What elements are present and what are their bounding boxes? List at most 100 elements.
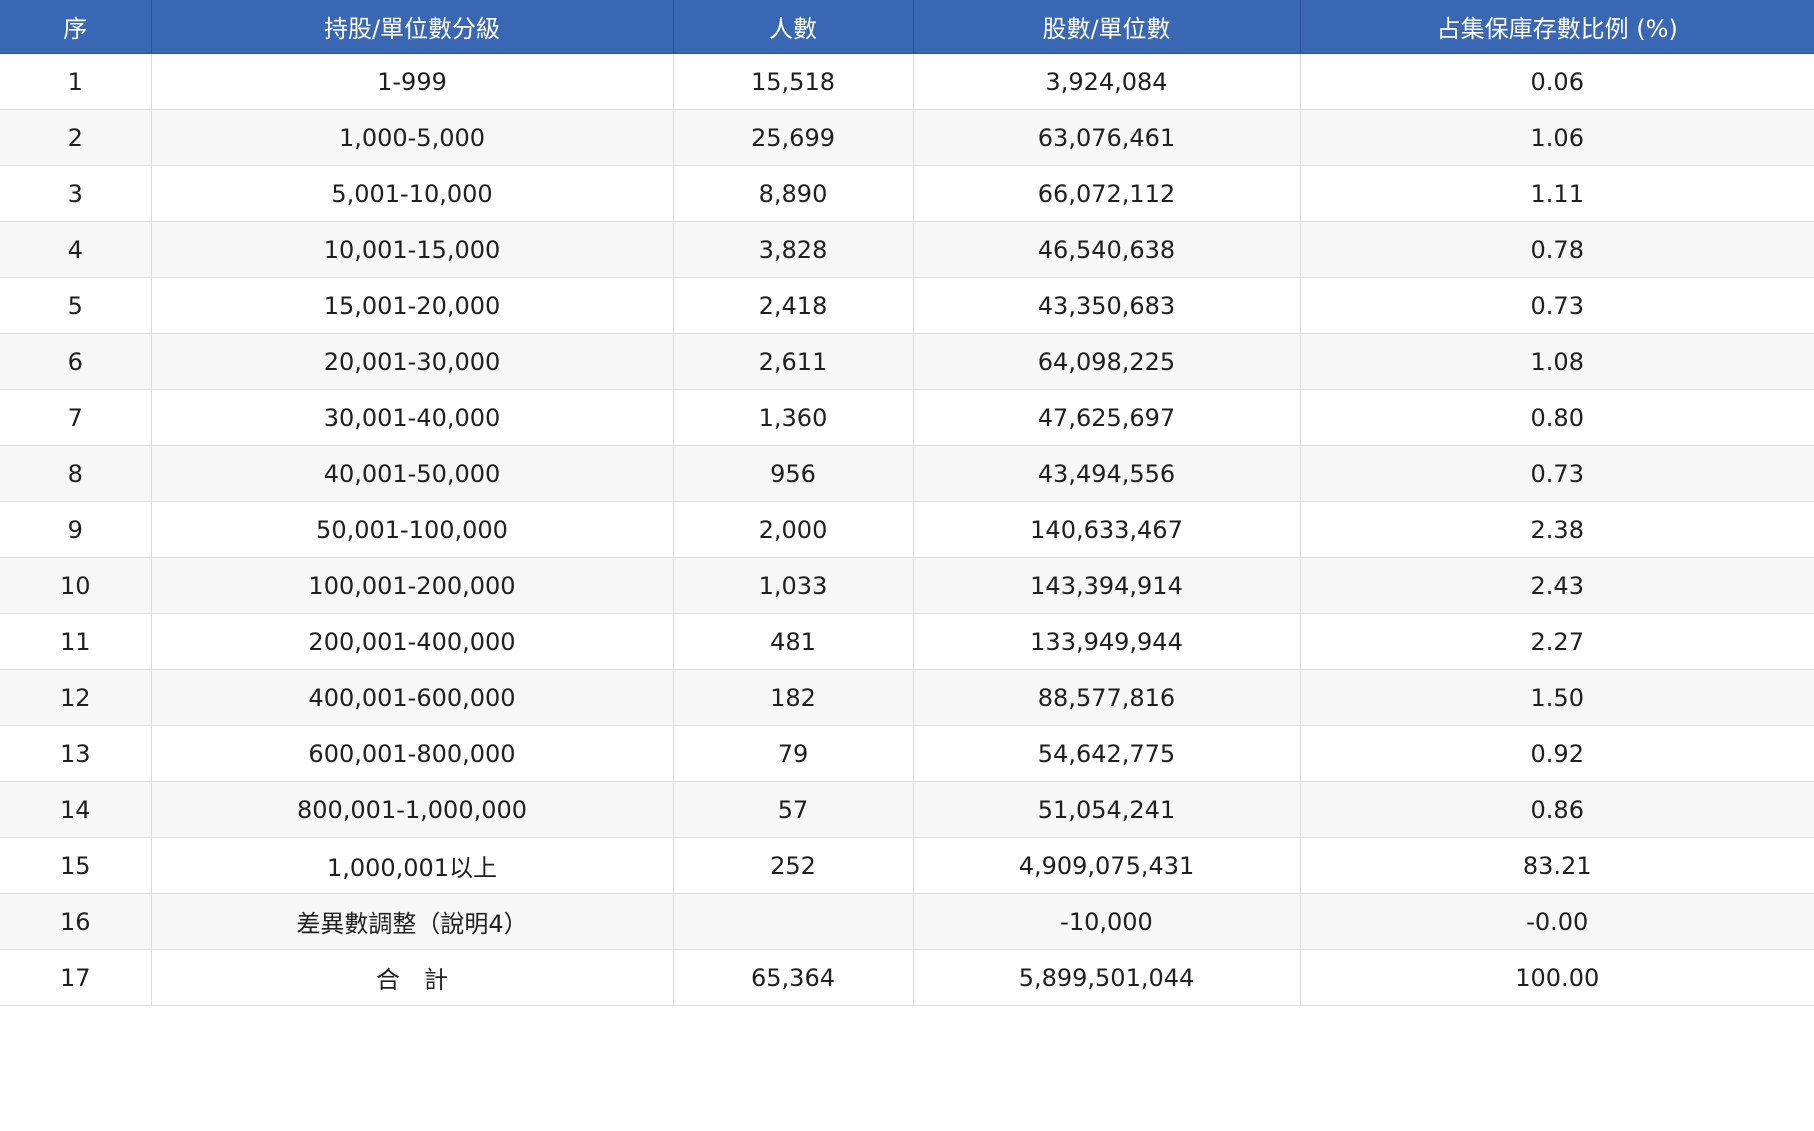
- cell-holders: 65,364: [673, 949, 914, 1006]
- cell-shares: 3,924,084: [913, 53, 1301, 110]
- table-row: 14 800,001-1,000,000 57 51,054,241 0.86: [0, 781, 1814, 838]
- table-body: 1 1-999 15,518 3,924,084 0.06 2 1,000-5,000 25,…: [0, 53, 1814, 1006]
- cell-percentage: -0.00: [1300, 893, 1814, 950]
- cell-holders: 57: [673, 781, 914, 838]
- cell-shares: 46,540,638: [913, 221, 1301, 278]
- cell-percentage: 2.27: [1300, 613, 1814, 670]
- cell-percentage: 1.11: [1300, 165, 1814, 222]
- cell-holding-tier: 15,001-20,000: [151, 277, 674, 334]
- cell-holding-tier: 600,001-800,000: [151, 725, 674, 782]
- cell-seq: 10: [0, 557, 152, 614]
- cell-holding-tier: 400,001-600,000: [151, 669, 674, 726]
- cell-holding-tier: 50,001-100,000: [151, 501, 674, 558]
- shareholding-distribution-table: 序 持股/單位數分級 人數 股數/單位數 占集保庫存數比例 (%) 1 1-999…: [0, 0, 1814, 1006]
- header-holding-tier: 持股/單位數分級: [151, 0, 674, 54]
- cell-holding-tier: 合 計: [151, 949, 674, 1006]
- cell-seq: 13: [0, 725, 152, 782]
- cell-seq: 8: [0, 445, 152, 502]
- cell-seq: 3: [0, 165, 152, 222]
- cell-percentage: 0.80: [1300, 389, 1814, 446]
- table-row: 2 1,000-5,000 25,699 63,076,461 1.06: [0, 109, 1814, 166]
- cell-holding-tier: 40,001-50,000: [151, 445, 674, 502]
- cell-shares: 4,909,075,431: [913, 837, 1301, 894]
- table-row: 10 100,001-200,000 1,033 143,394,914 2.43: [0, 557, 1814, 614]
- cell-holding-tier: 5,001-10,000: [151, 165, 674, 222]
- cell-holders: 79: [673, 725, 914, 782]
- cell-seq: 4: [0, 221, 152, 278]
- cell-holders: 1,360: [673, 389, 914, 446]
- cell-percentage: 0.78: [1300, 221, 1814, 278]
- table-row: 5 15,001-20,000 2,418 43,350,683 0.73: [0, 277, 1814, 334]
- cell-seq: 5: [0, 277, 152, 334]
- cell-holders: 956: [673, 445, 914, 502]
- table-row: 17 合 計 65,364 5,899,501,044 100.00: [0, 949, 1814, 1006]
- cell-percentage: 1.06: [1300, 109, 1814, 166]
- cell-seq: 6: [0, 333, 152, 390]
- cell-shares: 47,625,697: [913, 389, 1301, 446]
- table-row: 15 1,000,001以上 252 4,909,075,431 83.21: [0, 837, 1814, 894]
- cell-percentage: 1.50: [1300, 669, 1814, 726]
- cell-percentage: 0.73: [1300, 445, 1814, 502]
- cell-holding-tier: 100,001-200,000: [151, 557, 674, 614]
- cell-holding-tier: 1-999: [151, 53, 674, 110]
- cell-holders: 25,699: [673, 109, 914, 166]
- cell-shares: 63,076,461: [913, 109, 1301, 166]
- cell-holders: 2,000: [673, 501, 914, 558]
- cell-holders: 8,890: [673, 165, 914, 222]
- cell-seq: 11: [0, 613, 152, 670]
- cell-shares: 51,054,241: [913, 781, 1301, 838]
- cell-holders: 481: [673, 613, 914, 670]
- cell-holding-tier: 20,001-30,000: [151, 333, 674, 390]
- cell-shares: 43,494,556: [913, 445, 1301, 502]
- cell-percentage: 100.00: [1300, 949, 1814, 1006]
- cell-percentage: 0.86: [1300, 781, 1814, 838]
- cell-holding-tier: 10,001-15,000: [151, 221, 674, 278]
- table-row: 7 30,001-40,000 1,360 47,625,697 0.80: [0, 389, 1814, 446]
- cell-shares: 88,577,816: [913, 669, 1301, 726]
- table-row: 6 20,001-30,000 2,611 64,098,225 1.08: [0, 333, 1814, 390]
- table-row: 11 200,001-400,000 481 133,949,944 2.27: [0, 613, 1814, 670]
- cell-holding-tier: 差異數調整（說明4）: [151, 893, 674, 950]
- cell-percentage: 1.08: [1300, 333, 1814, 390]
- table-row: 13 600,001-800,000 79 54,642,775 0.92: [0, 725, 1814, 782]
- table-row: 9 50,001-100,000 2,000 140,633,467 2.38: [0, 501, 1814, 558]
- header-seq: 序: [0, 0, 152, 54]
- cell-shares: 54,642,775: [913, 725, 1301, 782]
- cell-seq: 2: [0, 109, 152, 166]
- table-row: 16 差異數調整（說明4） -10,000 -0.00: [0, 893, 1814, 950]
- cell-holders: 15,518: [673, 53, 914, 110]
- cell-seq: 14: [0, 781, 152, 838]
- cell-shares: 43,350,683: [913, 277, 1301, 334]
- cell-holding-tier: 1,000,001以上: [151, 837, 674, 894]
- cell-shares: 5,899,501,044: [913, 949, 1301, 1006]
- table-row: 12 400,001-600,000 182 88,577,816 1.50: [0, 669, 1814, 726]
- table-row: 8 40,001-50,000 956 43,494,556 0.73: [0, 445, 1814, 502]
- cell-holders: [673, 893, 914, 950]
- cell-shares: 140,633,467: [913, 501, 1301, 558]
- cell-seq: 7: [0, 389, 152, 446]
- cell-holders: 252: [673, 837, 914, 894]
- cell-percentage: 83.21: [1300, 837, 1814, 894]
- cell-seq: 1: [0, 53, 152, 110]
- cell-holders: 2,418: [673, 277, 914, 334]
- table-row: 4 10,001-15,000 3,828 46,540,638 0.78: [0, 221, 1814, 278]
- cell-holding-tier: 30,001-40,000: [151, 389, 674, 446]
- cell-shares: 143,394,914: [913, 557, 1301, 614]
- table-row: 1 1-999 15,518 3,924,084 0.06: [0, 53, 1814, 110]
- cell-shares: 133,949,944: [913, 613, 1301, 670]
- cell-shares: 64,098,225: [913, 333, 1301, 390]
- blank-area: [0, 1006, 1814, 1131]
- cell-seq: 9: [0, 501, 152, 558]
- cell-percentage: 0.73: [1300, 277, 1814, 334]
- header-shares: 股數/單位數: [913, 0, 1301, 54]
- cell-percentage: 2.38: [1300, 501, 1814, 558]
- table-header-row: 序 持股/單位數分級 人數 股數/單位數 占集保庫存數比例 (%): [0, 0, 1814, 54]
- cell-holding-tier: 1,000-5,000: [151, 109, 674, 166]
- cell-holders: 182: [673, 669, 914, 726]
- cell-seq: 15: [0, 837, 152, 894]
- cell-shares: -10,000: [913, 893, 1301, 950]
- cell-percentage: 0.92: [1300, 725, 1814, 782]
- cell-shares: 66,072,112: [913, 165, 1301, 222]
- cell-seq: 17: [0, 949, 152, 1006]
- cell-holders: 3,828: [673, 221, 914, 278]
